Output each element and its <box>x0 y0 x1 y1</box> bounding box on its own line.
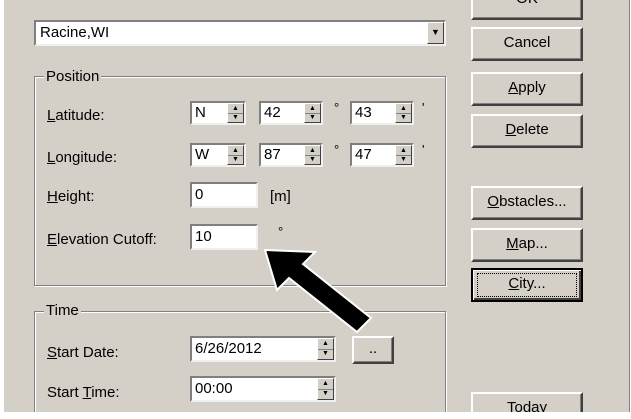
latitude-degrees-field[interactable]: 42 ▲ ▼ <box>259 101 323 125</box>
longitude-label: Longitude: <box>47 149 118 166</box>
chevron-down-icon: ▼ <box>431 27 440 37</box>
latitude-minutes-spinner[interactable]: ▲ ▼ <box>395 103 412 123</box>
height-input[interactable]: 0 <box>190 182 258 208</box>
callout-arrow-icon <box>263 248 373 334</box>
latitude-hemisphere-spinner[interactable]: ▲ ▼ <box>227 103 244 123</box>
location-combo[interactable]: Racine,WI ▼ <box>34 20 446 46</box>
longitude-degree-mark: ° <box>334 142 340 157</box>
focus-indicator <box>477 273 577 297</box>
elevation-unit: ° <box>278 224 284 239</box>
longitude-hemisphere-field[interactable]: W ▲ ▼ <box>190 143 246 167</box>
spin-down-icon[interactable]: ▼ <box>305 155 320 164</box>
spin-down-icon[interactable]: ▼ <box>318 389 333 399</box>
ok-button[interactable]: OK <box>471 0 583 20</box>
longitude-minutes-spinner[interactable]: ▲ ▼ <box>395 145 412 165</box>
apply-button[interactable]: Apply <box>471 72 583 106</box>
today-button[interactable]: Today <box>471 392 583 412</box>
longitude-degrees-spinner[interactable]: ▲ ▼ <box>304 145 321 165</box>
start-time-label: Start Time: <box>47 384 120 401</box>
elevation-cutoff-label: Elevation Cutoff: <box>47 231 157 248</box>
latitude-hemisphere-field[interactable]: N ▲ ▼ <box>190 101 246 125</box>
date-picker-button[interactable]: .. <box>352 336 394 364</box>
obstacles-button[interactable]: Obstacles... <box>471 186 583 220</box>
elevation-cutoff-input[interactable]: 10 <box>190 224 258 250</box>
location-combo-value: Racine,WI <box>40 24 110 41</box>
latitude-degree-mark: ° <box>334 100 340 115</box>
spin-down-icon[interactable]: ▼ <box>318 349 333 359</box>
start-time-spinner[interactable]: ▲ ▼ <box>317 378 334 400</box>
spin-down-icon[interactable]: ▼ <box>396 113 411 122</box>
delete-button[interactable]: Delete <box>471 114 583 148</box>
longitude-minutes-field[interactable]: 47 ▲ ▼ <box>350 143 414 167</box>
latitude-minute-mark: ' <box>422 100 425 115</box>
start-time-field[interactable]: 00:00 ▲ ▼ <box>190 376 336 402</box>
start-date-field[interactable]: 6/26/2012 ▲ ▼ <box>190 336 336 362</box>
height-unit: [m] <box>270 188 291 205</box>
cancel-button[interactable]: Cancel <box>471 27 583 61</box>
combo-dropdown-button[interactable]: ▼ <box>427 22 444 44</box>
spin-down-icon[interactable]: ▼ <box>228 155 243 164</box>
start-date-spinner[interactable]: ▲ ▼ <box>317 338 334 360</box>
position-group-title: Position <box>44 68 102 85</box>
longitude-hemisphere-spinner[interactable]: ▲ ▼ <box>227 145 244 165</box>
latitude-minutes-field[interactable]: 43 ▲ ▼ <box>350 101 414 125</box>
time-group-title: Time <box>44 302 81 319</box>
longitude-degrees-field[interactable]: 87 ▲ ▼ <box>259 143 323 167</box>
spin-down-icon[interactable]: ▼ <box>396 155 411 164</box>
spin-down-icon[interactable]: ▼ <box>228 113 243 122</box>
height-label: Height: <box>47 188 95 205</box>
spin-down-icon[interactable]: ▼ <box>305 113 320 122</box>
location-dialog: Racine,WI ▼ Position Latitude: N ▲ ▼ 42 ▲… <box>4 0 630 412</box>
start-date-label: Start Date: <box>47 344 119 361</box>
city-button[interactable]: City... <box>471 268 583 302</box>
latitude-label: Latitude: <box>47 107 105 124</box>
longitude-minute-mark: ' <box>422 142 425 157</box>
map-button[interactable]: Map... <box>471 228 583 262</box>
latitude-degrees-spinner[interactable]: ▲ ▼ <box>304 103 321 123</box>
